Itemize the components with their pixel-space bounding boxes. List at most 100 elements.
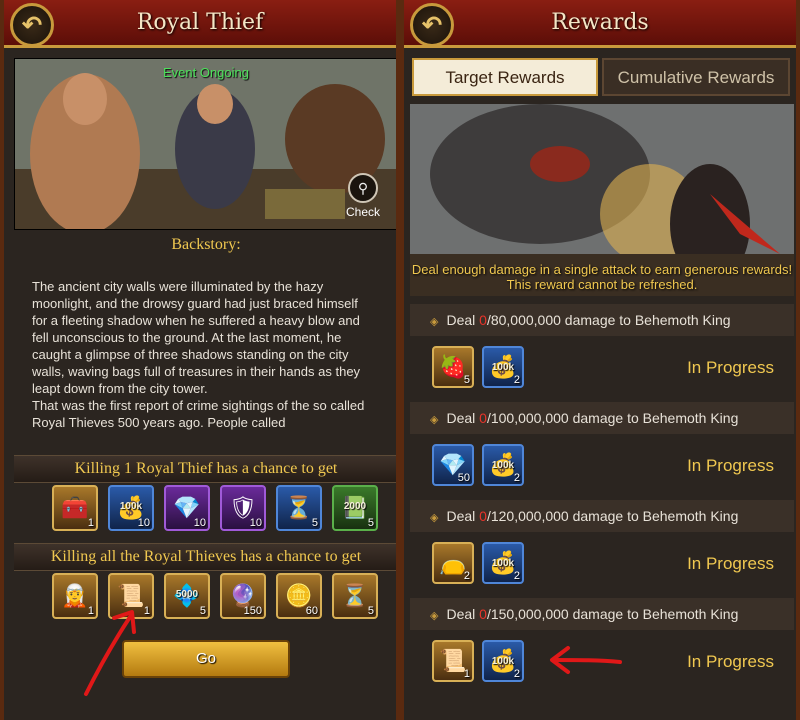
all-drop-heading: Killing all the Royal Thieves has a chan… bbox=[14, 543, 396, 571]
item-count: 50 bbox=[457, 472, 470, 484]
item-count: 5 bbox=[463, 374, 470, 386]
reward-item[interactable]: 🧰 1 bbox=[52, 485, 98, 531]
all-drop-items: 🧝 1 📜 1 💠 5000 5 🔮 150 🪙 60 ⏳ 5 bbox=[52, 573, 378, 621]
reward-item[interactable]: 🔮 150 bbox=[220, 573, 266, 619]
reward-item[interactable]: 💠 5000 5 bbox=[164, 573, 210, 619]
tier-prefix: Deal bbox=[446, 606, 480, 622]
magnifier-icon: ⚲ bbox=[348, 173, 378, 203]
reward-item[interactable]: ⏳ 5 bbox=[276, 485, 322, 531]
item-count: 5 bbox=[367, 605, 374, 617]
current-damage: 0 bbox=[479, 606, 487, 622]
left-title-bar: ↶ Royal Thief bbox=[4, 0, 396, 48]
reward-item[interactable]: 🧝 1 bbox=[52, 573, 98, 619]
royal-thief-panel: ↶ Royal Thief Event Ongoing ⚲ Check Back… bbox=[0, 0, 400, 720]
tier-prefix: Deal bbox=[446, 508, 480, 524]
tab-cumulative-rewards[interactable]: Cumulative Rewards bbox=[602, 58, 790, 96]
reward-item[interactable]: 💎 10 bbox=[164, 485, 210, 531]
tier-reward-items: 📜 1 💰 100k 2 bbox=[432, 640, 524, 682]
rewards-back-button[interactable]: ↶ bbox=[410, 3, 454, 47]
item-count: 5 bbox=[311, 517, 318, 529]
hourglass-icon: ⏳ bbox=[285, 495, 313, 520]
reward-item[interactable]: 🪙 60 bbox=[276, 573, 322, 619]
reward-item[interactable]: 🛡 10 bbox=[220, 485, 266, 531]
item-count: 5 bbox=[199, 605, 206, 617]
check-button[interactable]: ⚲ Check bbox=[337, 173, 389, 221]
item-count: 150 bbox=[243, 605, 262, 617]
item-value-label: 100k bbox=[491, 460, 515, 471]
reward-item[interactable]: 💰 100k 2 bbox=[482, 542, 524, 584]
tab-target-rewards[interactable]: Target Rewards bbox=[412, 58, 598, 96]
reward-item[interactable]: 📗 2000 5 bbox=[332, 485, 378, 531]
item-value-label: 100k bbox=[119, 501, 143, 512]
item-count: 5 bbox=[367, 517, 374, 529]
right-title-bar: ↶ Rewards bbox=[404, 0, 796, 48]
reward-item[interactable]: 💰 100k 10 bbox=[108, 485, 154, 531]
treasure-chest-icon: 🧰 bbox=[61, 495, 89, 520]
tier-status: In Progress bbox=[687, 358, 774, 377]
target-damage: /100,000,000 damage to Behemoth King bbox=[486, 410, 739, 426]
tier-reward-items: 🍓 5 💰 100k 2 bbox=[432, 346, 524, 388]
target-damage: /150,000,000 damage to Behemoth King bbox=[486, 606, 739, 622]
reward-tier-header: ◈ Deal 0/120,000,000 damage to Behemoth K… bbox=[410, 500, 794, 532]
item-value-label: 2000 bbox=[343, 501, 367, 512]
item-value-label: 100k bbox=[491, 656, 515, 667]
check-label: Check bbox=[345, 205, 380, 219]
back-arrow-icon: ↶ bbox=[421, 11, 443, 39]
reward-item[interactable]: 💰 100k 2 bbox=[482, 640, 524, 682]
item-count: 2 bbox=[513, 374, 520, 386]
current-damage: 0 bbox=[479, 312, 487, 328]
reward-item[interactable]: 💰 100k 2 bbox=[482, 444, 524, 486]
rewards-panel: ↶ Rewards Target Rewards Cumulative Rewa… bbox=[400, 0, 800, 720]
event-banner: Event Ongoing ⚲ Check bbox=[14, 58, 396, 230]
item-count: 2 bbox=[513, 570, 520, 582]
tier-status: In Progress bbox=[687, 554, 774, 573]
reward-item[interactable]: 📜 1 bbox=[432, 640, 474, 682]
diamond-bullet-icon: ◈ bbox=[430, 316, 439, 328]
reward-tier-header: ◈ Deal 0/80,000,000 damage to Behemoth Ki… bbox=[410, 304, 794, 336]
backstory-heading: Backstory: bbox=[171, 236, 241, 253]
backstory-paragraph: The ancient city walls were illuminated … bbox=[32, 279, 361, 396]
backstory-text[interactable]: The ancient city walls were illuminated … bbox=[32, 278, 372, 448]
item-value-label: 100k bbox=[491, 362, 515, 373]
current-damage: 0 bbox=[479, 410, 487, 426]
tier-reward-items: 👝 2 💰 100k 2 bbox=[432, 542, 524, 584]
tier-prefix: Deal bbox=[446, 312, 480, 328]
tier-reward-items: 💎 50 💰 100k 2 bbox=[432, 444, 524, 486]
reward-tier-row: 💎 50 💰 100k 2 In Progress bbox=[410, 434, 794, 500]
back-button[interactable]: ↶ bbox=[10, 3, 54, 47]
single-drop-heading: Killing 1 Royal Thief has a chance to ge… bbox=[14, 455, 396, 483]
diamond-bullet-icon: ◈ bbox=[430, 512, 439, 524]
reward-description: Deal enough damage in a single attack to… bbox=[411, 262, 793, 292]
item-value-label: 5000 bbox=[175, 589, 199, 600]
tier-status: In Progress bbox=[687, 456, 774, 475]
reward-tier-row: 👝 2 💰 100k 2 In Progress bbox=[410, 532, 794, 598]
item-count: 1 bbox=[143, 605, 150, 617]
go-button[interactable]: Go bbox=[122, 640, 290, 678]
diamond-bullet-icon: ◈ bbox=[430, 610, 439, 622]
reward-item[interactable]: 💎 50 bbox=[432, 444, 474, 486]
diamond-bullet-icon: ◈ bbox=[430, 414, 439, 426]
reward-item[interactable]: 👝 2 bbox=[432, 542, 474, 584]
reward-item[interactable]: 🍓 5 bbox=[432, 346, 474, 388]
rewards-title: Rewards bbox=[551, 10, 649, 35]
item-count: 60 bbox=[305, 605, 318, 617]
reward-tier-row: 🍓 5 💰 100k 2 In Progress bbox=[410, 336, 794, 402]
event-status-label: Event Ongoing bbox=[162, 65, 249, 80]
reward-item[interactable]: 📜 1 bbox=[108, 573, 154, 619]
behemoth-artwork: Deal enough damage in a single attack to… bbox=[410, 104, 794, 296]
item-count: 1 bbox=[463, 668, 470, 680]
reward-item[interactable]: 💰 100k 2 bbox=[482, 346, 524, 388]
treasure-bag-icon: 👝 bbox=[439, 550, 467, 575]
page-title: Royal Thief bbox=[136, 10, 264, 35]
item-count: 10 bbox=[193, 517, 206, 529]
item-count: 10 bbox=[249, 517, 262, 529]
scroll-item-icon: 📜 bbox=[117, 583, 145, 608]
reward-item[interactable]: ⏳ 5 bbox=[332, 573, 378, 619]
target-damage: /120,000,000 damage to Behemoth King bbox=[486, 508, 739, 524]
reward-tier-header: ◈ Deal 0/150,000,000 damage to Behemoth K… bbox=[410, 598, 794, 630]
hourglass-icon: ⏳ bbox=[341, 583, 369, 608]
single-drop-items: 🧰 1 💰 100k 10 💎 10 🛡 10 ⏳ 5 📗 2000 5 bbox=[52, 485, 378, 533]
item-count: 1 bbox=[87, 517, 94, 529]
item-count: 10 bbox=[137, 517, 150, 529]
backstory-paragraph: That was the first report of crime sight… bbox=[32, 398, 365, 430]
